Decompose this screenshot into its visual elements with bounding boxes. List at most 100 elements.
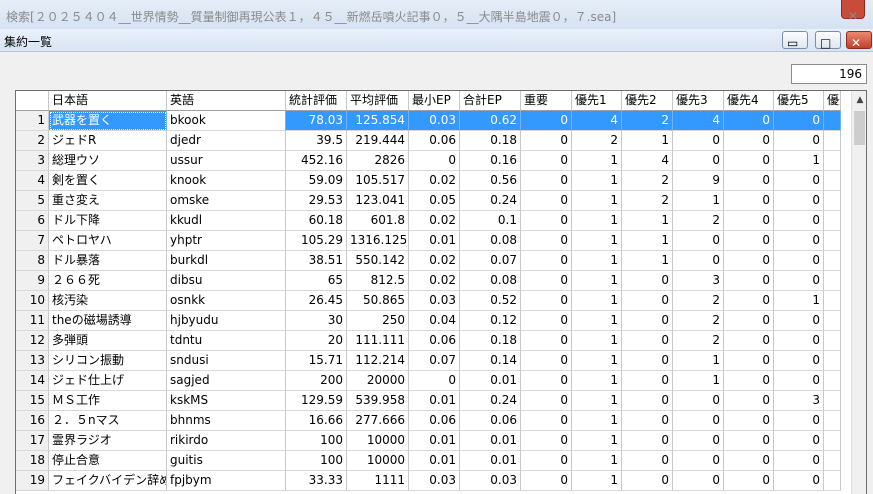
cell-value[interactable]: 20 xyxy=(286,331,347,351)
cell-value[interactable]: 0 xyxy=(724,131,774,151)
cell-value[interactable]: 0 xyxy=(724,431,774,451)
cell-value[interactable]: 0.1 xyxy=(460,211,521,231)
cell-value[interactable]: 0 xyxy=(673,431,724,451)
cell-value[interactable]: 1 xyxy=(572,211,622,231)
cell-value[interactable]: 1 xyxy=(572,391,622,411)
cell-value[interactable]: 0.01 xyxy=(409,451,460,471)
cell-value[interactable]: 65 xyxy=(286,271,347,291)
cell-value[interactable]: 0 xyxy=(673,471,724,491)
column-header[interactable]: 優先 xyxy=(824,91,841,111)
cell-value[interactable]: 0 xyxy=(724,191,774,211)
cell-value[interactable]: 0.07 xyxy=(409,351,460,371)
cell-value[interactable]: 0.07 xyxy=(460,251,521,271)
cell-value[interactable]: 2 xyxy=(572,131,622,151)
cell-value[interactable]: 0 xyxy=(622,291,673,311)
table-row[interactable]: 16 ２．５nマス bhnms 16.66 277.666 0.06 0.06 0 1 0 0 0 0 xyxy=(16,411,851,431)
cell-value[interactable]: 812.5 xyxy=(347,271,409,291)
cell-value[interactable]: 1 xyxy=(572,271,622,291)
cell-value[interactable]: 0 xyxy=(521,391,572,411)
cell-empty[interactable] xyxy=(824,191,841,211)
column-header[interactable]: 合計EP xyxy=(460,91,521,111)
row-number[interactable]: 15 xyxy=(16,391,49,411)
cell-value[interactable]: 0.01 xyxy=(460,451,521,471)
cell-value[interactable]: 550.142 xyxy=(347,251,409,271)
cell-empty[interactable] xyxy=(824,311,841,331)
cell-value[interactable]: 1 xyxy=(572,431,622,451)
cell-value[interactable]: 0 xyxy=(521,211,572,231)
row-number[interactable]: 12 xyxy=(16,331,49,351)
cell-value[interactable]: 0.03 xyxy=(409,291,460,311)
cell-japanese[interactable]: ２．５nマス xyxy=(49,411,167,431)
cell-value[interactable]: 1 xyxy=(774,291,824,311)
cell-value[interactable]: 0 xyxy=(724,151,774,171)
cell-english[interactable]: sagjed xyxy=(167,371,286,391)
cell-value[interactable]: 0.08 xyxy=(460,271,521,291)
cell-value[interactable]: 1 xyxy=(622,251,673,271)
cell-value[interactable]: 0 xyxy=(774,191,824,211)
column-header[interactable]: 優先3 xyxy=(673,91,724,111)
app-close-button[interactable]: ✕ xyxy=(841,0,865,23)
cell-japanese[interactable]: 多弾頭 xyxy=(49,331,167,351)
maximize-button[interactable]: □ xyxy=(815,31,841,50)
cell-value[interactable]: 1 xyxy=(673,191,724,211)
cell-english[interactable]: hjbyudu xyxy=(167,311,286,331)
cell-value[interactable]: 0 xyxy=(521,291,572,311)
cell-value[interactable]: 0 xyxy=(774,171,824,191)
cell-value[interactable]: 0 xyxy=(724,111,774,131)
cell-value[interactable]: 0 xyxy=(521,311,572,331)
cell-value[interactable]: 0 xyxy=(724,451,774,471)
cell-value[interactable]: 0 xyxy=(521,151,572,171)
scroll-thumb[interactable] xyxy=(854,111,865,145)
cell-value[interactable]: 200 xyxy=(286,371,347,391)
cell-value[interactable]: 0 xyxy=(724,311,774,331)
cell-japanese[interactable]: ＭＳ工作 xyxy=(49,391,167,411)
cell-empty[interactable] xyxy=(824,231,841,251)
table-row[interactable]: 18 停止合意 guitis 100 10000 0.01 0.01 0 1 0 0 0 0 xyxy=(16,451,851,471)
cell-value[interactable]: 1 xyxy=(572,371,622,391)
table-row[interactable]: 8 ドル暴落 burkdl 38.51 550.142 0.02 0.07 0 1 1 0 0 0 xyxy=(16,251,851,271)
cell-value[interactable]: 0.18 xyxy=(460,131,521,151)
data-grid[interactable]: 日本語英語統計評価平均評価最小EP合計EP重要優先1優先2優先3優先4優先5優先… xyxy=(15,90,867,494)
cell-value[interactable]: 39.5 xyxy=(286,131,347,151)
cell-value[interactable]: 0 xyxy=(521,331,572,351)
cell-value[interactable]: 0 xyxy=(521,191,572,211)
cell-japanese[interactable]: 武器を置く xyxy=(49,111,167,131)
cell-value[interactable]: 0 xyxy=(724,371,774,391)
cell-value[interactable]: 0.01 xyxy=(460,371,521,391)
cell-value[interactable]: 1 xyxy=(572,351,622,371)
cell-value[interactable]: 0 xyxy=(724,291,774,311)
cell-value[interactable]: 0.62 xyxy=(460,111,521,131)
column-header[interactable]: 統計評価 xyxy=(286,91,347,111)
column-header[interactable]: 日本語 xyxy=(49,91,167,111)
row-number[interactable]: 18 xyxy=(16,451,49,471)
cell-value[interactable]: 1316.125 xyxy=(347,231,409,251)
cell-value[interactable]: 601.8 xyxy=(347,211,409,231)
cell-value[interactable]: 0 xyxy=(724,471,774,491)
cell-value[interactable]: 0 xyxy=(521,131,572,151)
cell-value[interactable]: 0 xyxy=(774,111,824,131)
cell-value[interactable]: 0 xyxy=(521,231,572,251)
row-number[interactable]: 4 xyxy=(16,171,49,191)
cell-value[interactable]: 125.854 xyxy=(347,111,409,131)
cell-value[interactable]: 33.33 xyxy=(286,471,347,491)
cell-english[interactable]: rikirdo xyxy=(167,431,286,451)
cell-value[interactable]: 129.59 xyxy=(286,391,347,411)
cell-value[interactable]: 3 xyxy=(774,391,824,411)
cell-value[interactable]: 0.02 xyxy=(409,271,460,291)
cell-value[interactable]: 0.01 xyxy=(409,391,460,411)
table-row[interactable]: 9 ２６６死 dibsu 65 812.5 0.02 0.08 0 1 0 3 0 0 xyxy=(16,271,851,291)
cell-value[interactable]: 16.66 xyxy=(286,411,347,431)
column-header[interactable]: 優先2 xyxy=(622,91,673,111)
cell-english[interactable]: kkudl xyxy=(167,211,286,231)
row-number[interactable]: 13 xyxy=(16,351,49,371)
cell-value[interactable]: 2 xyxy=(673,211,724,231)
cell-empty[interactable] xyxy=(824,291,841,311)
cell-value[interactable]: 2 xyxy=(622,171,673,191)
cell-value[interactable]: 4 xyxy=(622,151,673,171)
cell-value[interactable]: 0.24 xyxy=(460,191,521,211)
cell-japanese[interactable]: シリコン振動 xyxy=(49,351,167,371)
cell-english[interactable]: djedr xyxy=(167,131,286,151)
cell-value[interactable]: 452.16 xyxy=(286,151,347,171)
cell-value[interactable]: 0 xyxy=(724,271,774,291)
row-number[interactable]: 17 xyxy=(16,431,49,451)
